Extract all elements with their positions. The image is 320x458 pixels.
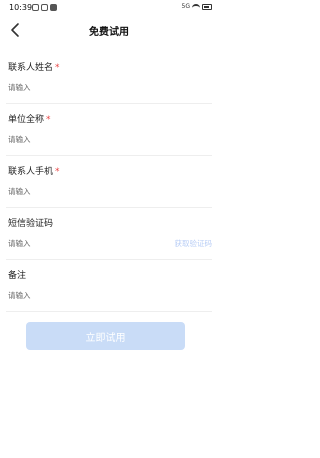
field-label-text: 短信验证码 [8,219,54,229]
trial-form: 联系人姓名* 单位全称* 联系人手机* 短信验证码 获取验证码 备注 [0,52,218,312]
field-label-text: 单位全称 [8,115,45,125]
field-label-text: 备注 [8,271,27,281]
battery-icon [202,3,212,10]
status-right: 5G [182,3,212,10]
field-label: 联系人姓名 * [8,60,60,73]
get-code-button[interactable]: 获取验证码 [175,238,213,249]
field-company-name: 单位全称 * [6,104,212,156]
notification-icon [50,4,57,11]
field-contact-phone: 联系人手机 * [6,156,212,208]
required-mark: * [46,115,51,125]
field-label: 单位全称 * [8,112,51,125]
field-label: 短信验证码 [8,216,53,229]
field-contact-name: 联系人姓名 * [6,52,212,104]
field-label: 联系人手机 * [8,164,60,177]
field-label-text: 联系人姓名 [8,63,54,73]
contact-phone-input[interactable] [8,184,158,198]
remarks-input[interactable] [8,288,158,302]
nav-bar: 免费试用 [0,18,218,42]
notification-icon [32,4,39,11]
notification-icon [41,4,48,11]
wifi-icon [192,3,200,10]
contact-name-input[interactable] [8,80,158,94]
status-time: 10:39 [9,3,33,12]
field-label: 备注 [8,268,26,281]
field-label-text: 联系人手机 [8,167,54,177]
required-mark: * [55,167,60,177]
status-notification-icons [32,4,57,11]
required-mark: * [55,63,60,73]
page-title: 免费试用 [89,27,129,38]
sms-code-input[interactable] [8,236,158,250]
submit-trial-button[interactable]: 立即试用 [26,322,185,350]
company-name-input[interactable] [8,132,158,146]
network-label: 5G [181,3,190,10]
status-bar: 10:39 5G [0,0,218,16]
field-remarks: 备注 [6,260,212,312]
field-sms-code: 短信验证码 获取验证码 [6,208,212,260]
